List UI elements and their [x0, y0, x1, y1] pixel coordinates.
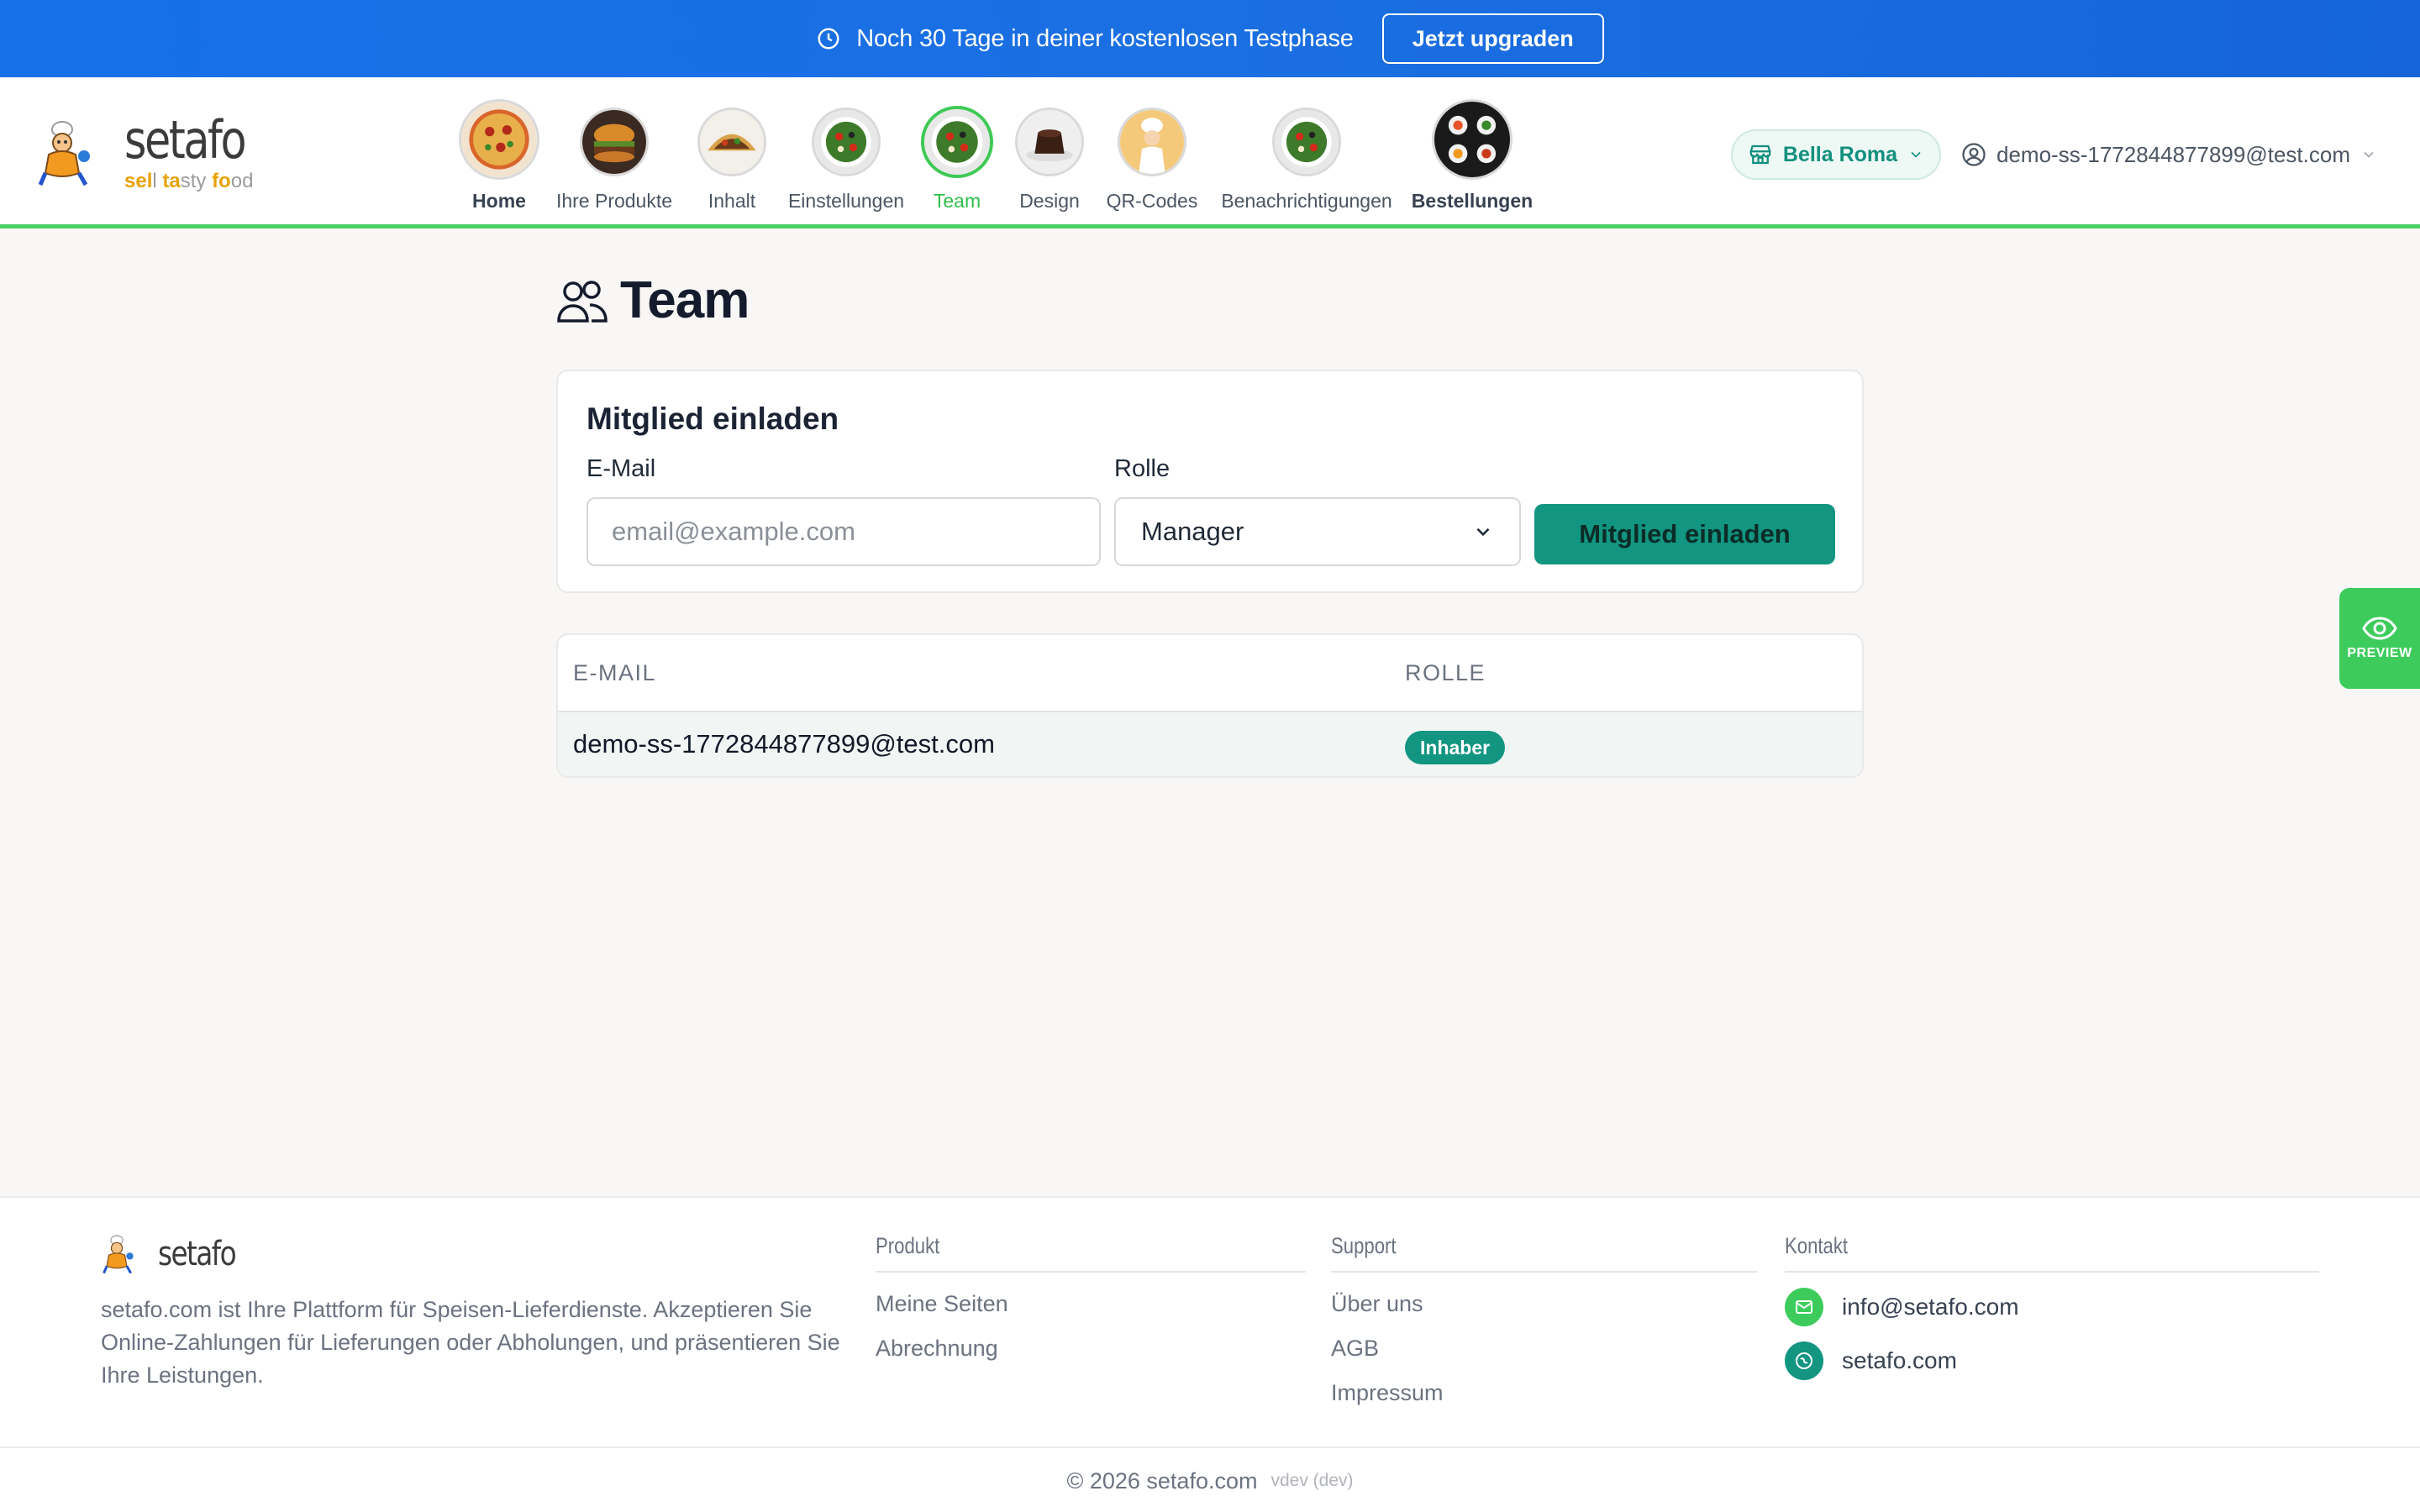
contact-email[interactable]: info@setafo.com: [1785, 1288, 2319, 1326]
nav-item-team[interactable]: Team: [919, 106, 995, 212]
footer-link-ueber-uns[interactable]: Über uns: [1331, 1291, 1758, 1317]
chevron-down-icon: [1911, 151, 1921, 158]
store-switcher[interactable]: Bella Roma: [1731, 129, 1941, 180]
footer-link-meine-seiten[interactable]: Meine Seiten: [876, 1291, 1306, 1317]
member-email: demo-ss-1772844877899@test.com: [573, 729, 995, 759]
pizza-icon: [459, 99, 539, 180]
tacos-icon: [697, 108, 766, 176]
chevron-down-icon: [1476, 528, 1490, 537]
footer-link-abrechnung[interactable]: Abrechnung: [876, 1336, 1306, 1362]
salad-icon: [1272, 108, 1341, 176]
nav-item-design[interactable]: Design: [1013, 108, 1086, 212]
role-label: Rolle: [1114, 455, 1171, 482]
contact-website[interactable]: setafo.com: [1785, 1341, 2319, 1380]
role-badge: Inhaber: [1405, 731, 1506, 764]
footer-description: setafo.com ist Ihre Plattform für Speise…: [101, 1297, 840, 1388]
preview-button[interactable]: PREVIEW: [2339, 588, 2420, 689]
nav-label-home: Home: [472, 190, 526, 212]
brand-name: setafo: [124, 109, 247, 171]
footer: setafo setafo.com ist Ihre Plattform für…: [0, 1196, 2420, 1512]
nav-label-content: Inhalt: [708, 190, 756, 212]
user-circle-icon: [1962, 143, 1986, 166]
nav-item-products[interactable]: Ihre Produkte: [556, 108, 672, 212]
brand-logo[interactable]: setafo sell tasty food: [37, 113, 271, 193]
clock-icon: [818, 28, 839, 50]
nav-label-orders: Bestellungen: [1411, 190, 1534, 212]
sushi-icon: [1432, 99, 1512, 180]
role-select[interactable]: Manager: [1114, 497, 1521, 566]
footer-heading-support: Support: [1331, 1233, 1397, 1258]
contact-email-text: info@setafo.com: [1842, 1294, 2019, 1320]
nav-item-notifications[interactable]: Benachrichtigungen: [1221, 108, 1392, 212]
table-row: demo-ss-1772844877899@test.com Inhaber: [558, 712, 1862, 776]
nav-label-team: Team: [933, 190, 981, 212]
app-header: setafo sell tasty food Home Ihre Produkt…: [0, 77, 2420, 228]
users-icon: [557, 280, 608, 323]
members-table: E-MAIL ROLLE demo-ss-1772844877899@test.…: [556, 633, 1864, 778]
eye-icon: [2362, 617, 2397, 640]
footer-brand[interactable]: setafo: [101, 1233, 252, 1275]
mail-icon: [1785, 1288, 1823, 1326]
footer-column-support: Support Über uns AGB Impressum: [1331, 1233, 1758, 1406]
column-header-email: E-MAIL: [573, 660, 657, 685]
column-header-role: ROLLE: [1405, 660, 1486, 685]
footer-link-agb[interactable]: AGB: [1331, 1336, 1758, 1362]
nav-item-home[interactable]: Home: [457, 99, 541, 212]
upgrade-button[interactable]: Jetzt upgraden: [1381, 13, 1604, 64]
nav-item-content[interactable]: Inhalt: [696, 108, 768, 212]
nav-label-qr-codes: QR-Codes: [1106, 190, 1198, 212]
user-email: demo-ss-1772844877899@test.com: [1996, 141, 2350, 167]
burger-icon: [580, 108, 649, 176]
footer-link-impressum[interactable]: Impressum: [1331, 1380, 1758, 1406]
footer-column-kontakt: Kontakt info@setafo.com setafo.com: [1785, 1233, 2319, 1380]
copyright-text: © 2026 setafo.com: [1066, 1467, 1258, 1494]
nav-item-orders[interactable]: Bestellungen: [1412, 99, 1533, 212]
chef-mascot-icon: [38, 121, 90, 186]
page-title: Team: [620, 271, 750, 329]
globe-icon: [1785, 1341, 1823, 1380]
brand-tagline: sell tasty food: [124, 170, 254, 192]
nav-label-products: Ihre Produkte: [555, 190, 673, 212]
role-select-value: Manager: [1141, 517, 1244, 546]
footer-column-produkt: Produkt Meine Seiten Abrechnung: [876, 1233, 1306, 1362]
nav-item-settings[interactable]: Einstellungen: [788, 108, 904, 212]
user-menu[interactable]: demo-ss-1772844877899@test.com: [1961, 139, 2377, 170]
contact-website-text: setafo.com: [1842, 1347, 1957, 1373]
page-header: Team: [556, 270, 750, 330]
chevron-down-icon: [2364, 151, 2374, 158]
nav-label-settings: Einstellungen: [787, 190, 905, 212]
store-name: Bella Roma: [1782, 142, 1898, 166]
footer-heading-kontakt: Kontakt: [1785, 1233, 1849, 1258]
table-header: E-MAIL ROLLE: [558, 635, 1862, 712]
store-icon: [1749, 144, 1771, 165]
cake-icon: [1015, 108, 1084, 176]
trial-banner: Noch 30 Tage in deiner kostenlosen Testp…: [0, 0, 2420, 77]
invite-member-card: Mitglied einladen E-Mail Rolle Manager M…: [556, 370, 1864, 593]
invite-member-button[interactable]: Mitglied einladen: [1534, 504, 1835, 564]
salad-icon: [921, 106, 993, 178]
email-input[interactable]: [587, 497, 1101, 566]
salad-icon: [812, 108, 881, 176]
chef-mascot-icon: [103, 1235, 134, 1274]
nav-label-design: Design: [1019, 190, 1080, 212]
trial-text: Noch 30 Tage in deiner kostenlosen Testp…: [856, 24, 1354, 52]
invite-title: Mitglied einladen: [587, 402, 839, 436]
chef-icon: [1118, 108, 1186, 176]
version-text: vdev (dev): [1270, 1471, 1354, 1490]
email-label: E-Mail: [587, 455, 656, 482]
footer-bottom-bar: © 2026 setafo.com vdev (dev): [0, 1446, 2420, 1512]
footer-brand-name: setafo: [158, 1235, 237, 1273]
nav-item-qr-codes[interactable]: QR-Codes: [1107, 108, 1197, 212]
nav-label-notifications: Benachrichtigungen: [1221, 190, 1392, 212]
preview-label: PREVIEW: [2347, 646, 2412, 660]
footer-heading-produkt: Produkt: [876, 1233, 940, 1258]
